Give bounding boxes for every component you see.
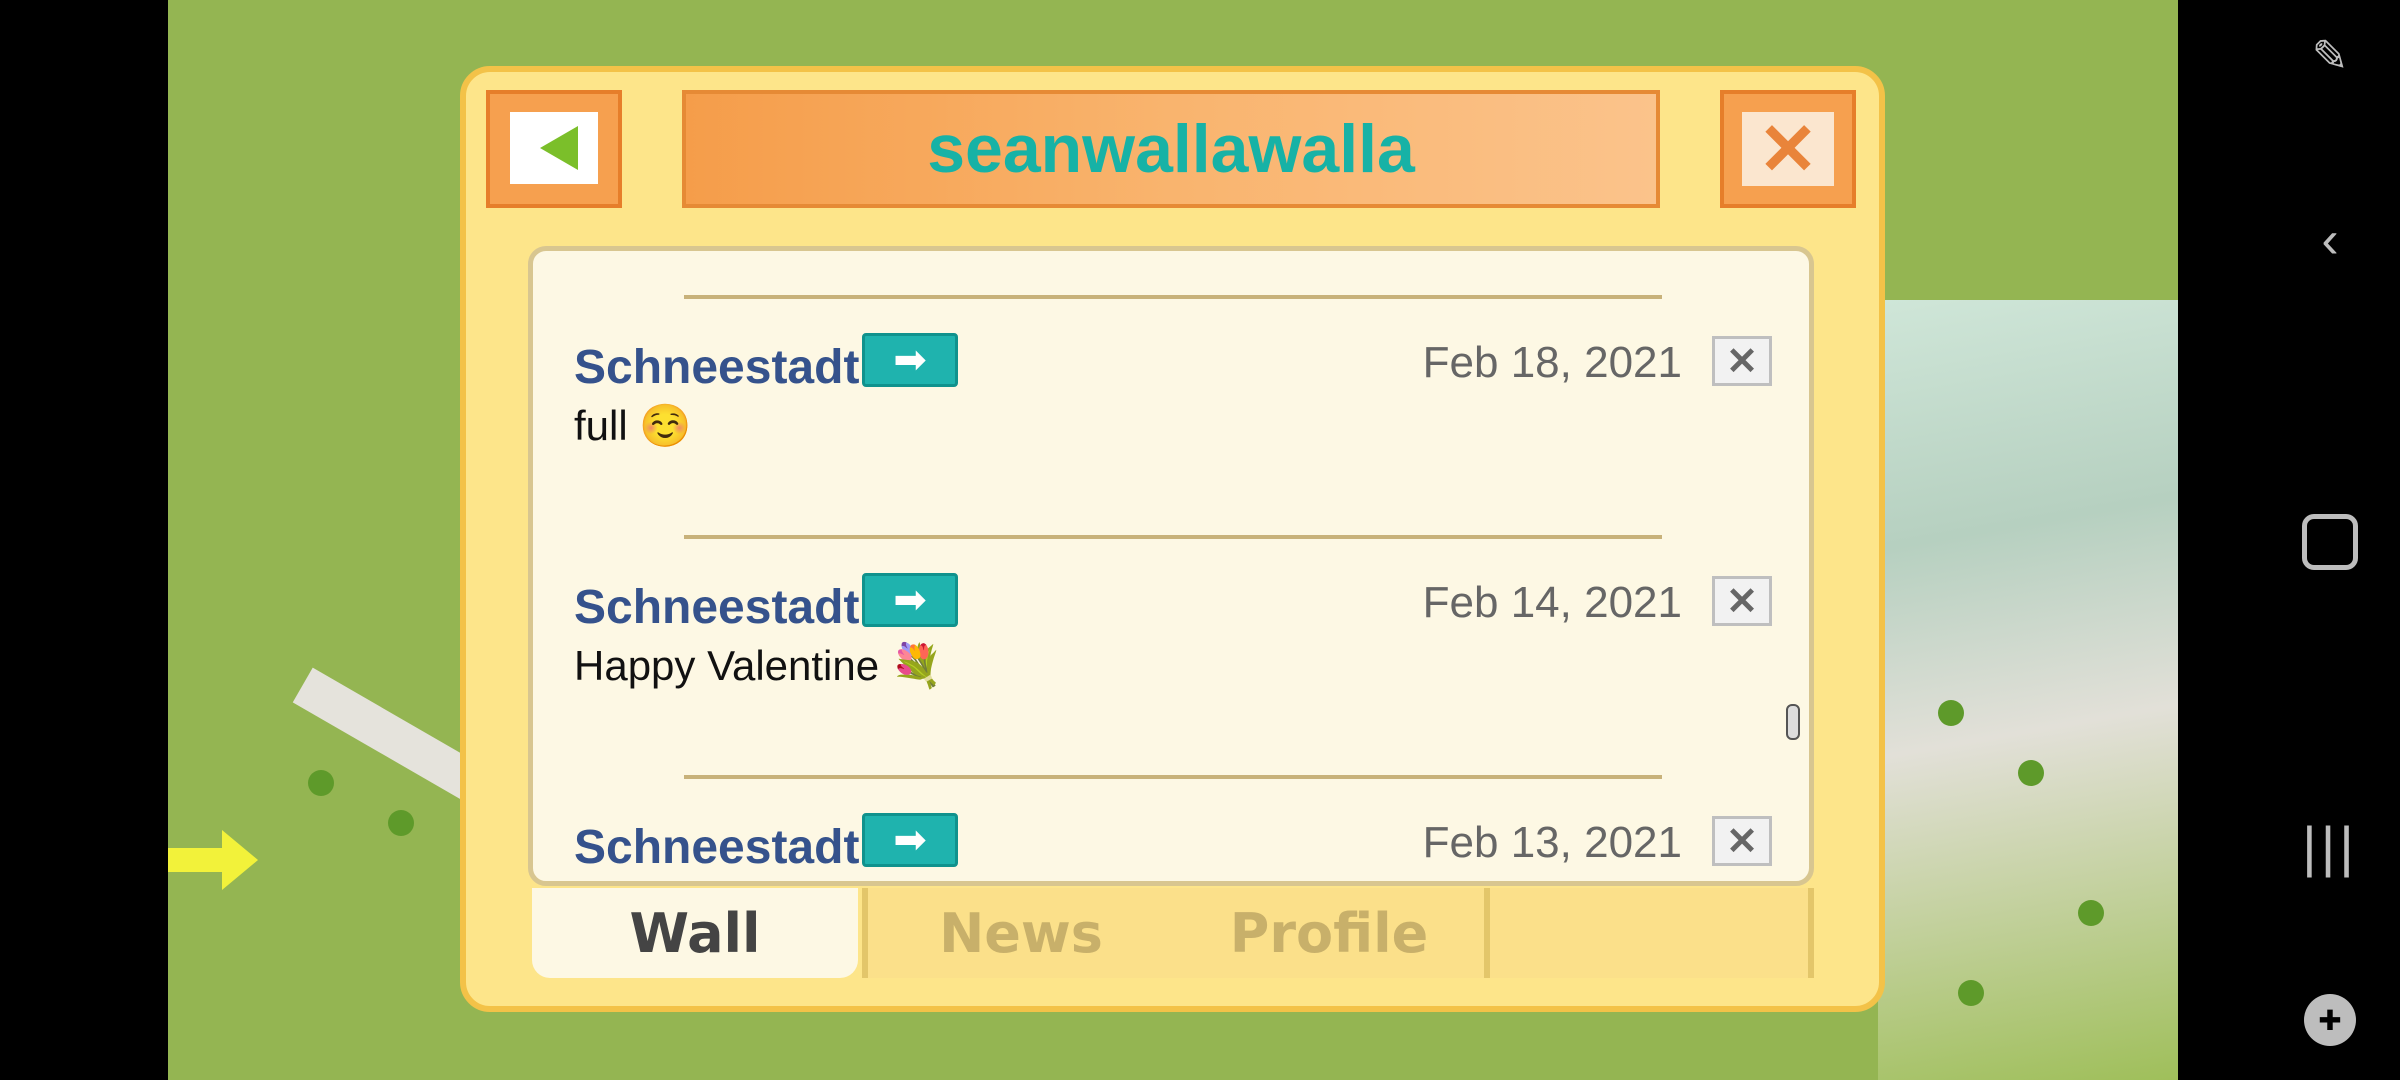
recents-icon[interactable]: ||| xyxy=(2300,815,2360,878)
back-icon[interactable]: ‹ xyxy=(2300,210,2360,270)
tree xyxy=(1958,980,1984,1006)
post-date: Feb 18, 2021 xyxy=(1422,338,1682,387)
back-arrow-icon xyxy=(540,126,578,170)
post-author[interactable]: Schneestadt xyxy=(574,340,859,395)
visit-city-button[interactable]: ➡ xyxy=(862,573,958,627)
divider xyxy=(684,535,1662,539)
post-author[interactable]: Schneestadt xyxy=(574,580,859,635)
visit-city-button[interactable]: ➡ xyxy=(862,333,958,387)
divider xyxy=(684,295,1662,299)
arrow-right-icon: ➡ xyxy=(893,338,927,382)
post-date: Feb 13, 2021 xyxy=(1422,818,1682,867)
arrow-marker xyxy=(168,830,258,890)
tree xyxy=(308,770,334,796)
home-icon[interactable] xyxy=(2300,512,2360,572)
close-icon: ✕ xyxy=(1742,110,1834,190)
post-message: full ☺️ xyxy=(574,402,692,449)
delete-x-icon: ✕ xyxy=(1726,580,1758,623)
tree xyxy=(2078,900,2104,926)
back-button-face xyxy=(510,112,598,184)
tab-empty xyxy=(1490,888,1814,978)
post-date: Feb 14, 2021 xyxy=(1422,578,1682,627)
post-message: Happy Valentine 💐 xyxy=(574,642,944,689)
screenshot-touch-icon[interactable]: ✎ xyxy=(2300,26,2360,86)
tree xyxy=(2018,760,2044,786)
arrow-right-icon: ➡ xyxy=(893,578,927,622)
post-author[interactable]: Schneestadt xyxy=(574,820,859,875)
delete-post-button[interactable]: ✕ xyxy=(1712,816,1772,866)
close-button[interactable]: ✕ xyxy=(1720,90,1856,208)
arrow-right-icon: ➡ xyxy=(893,818,927,862)
delete-x-icon: ✕ xyxy=(1726,340,1758,383)
delete-x-icon: ✕ xyxy=(1726,820,1758,863)
scrollbar-thumb[interactable] xyxy=(1786,704,1800,740)
dialog-title: seanwallawalla xyxy=(927,111,1415,187)
visit-city-button[interactable]: ➡ xyxy=(862,813,958,867)
system-nav-bar xyxy=(2178,0,2400,1080)
tree xyxy=(388,810,414,836)
title-bar: seanwallawalla xyxy=(682,90,1660,208)
divider xyxy=(684,775,1662,779)
delete-post-button[interactable]: ✕ xyxy=(1712,576,1772,626)
tree xyxy=(1938,700,1964,726)
back-button[interactable] xyxy=(486,90,622,208)
delete-post-button[interactable]: ✕ xyxy=(1712,336,1772,386)
city-buildings xyxy=(1878,300,2178,1080)
game-tools-icon[interactable]: ✚ xyxy=(2300,990,2360,1050)
tab-news[interactable]: News xyxy=(862,888,1180,978)
tab-wall[interactable]: Wall xyxy=(532,888,858,978)
tab-profile[interactable]: Profile xyxy=(1174,888,1490,978)
